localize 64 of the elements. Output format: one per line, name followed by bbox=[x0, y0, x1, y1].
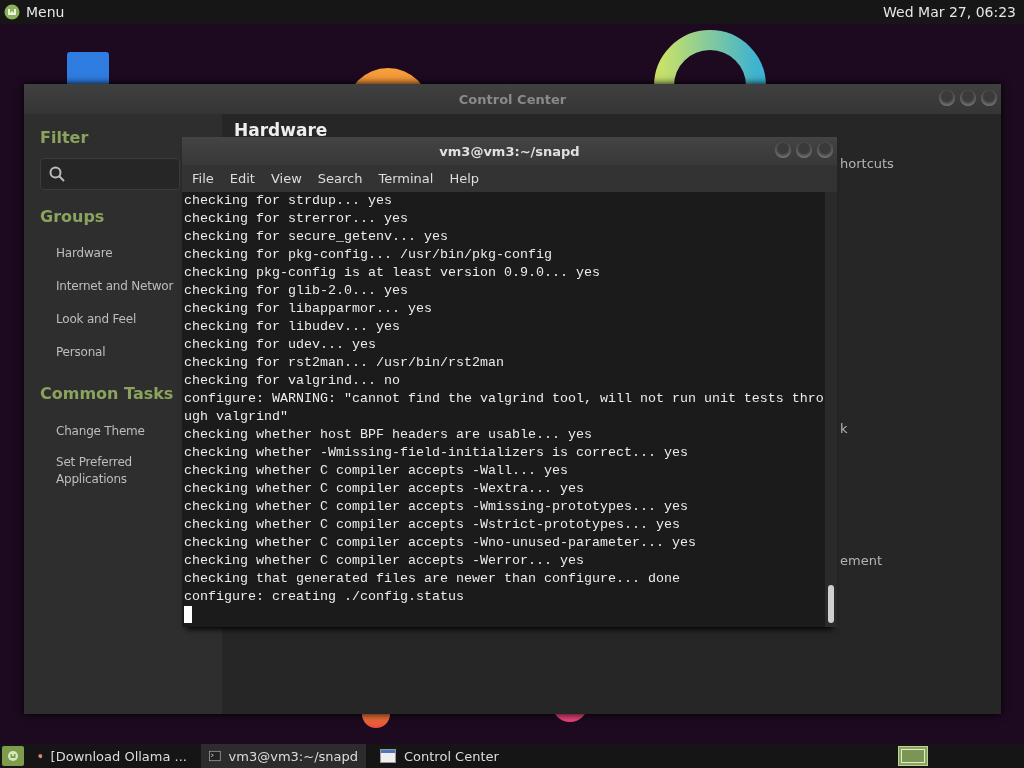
text-cursor bbox=[184, 606, 192, 623]
terminal-line: checking for libudev... yes bbox=[184, 318, 401, 336]
window-button[interactable] bbox=[939, 90, 955, 106]
terminal-line: checking whether C compiler accepts -Werror... yes bbox=[184, 552, 585, 570]
terminal-line: checking for libapparmor... yes bbox=[184, 300, 433, 318]
terminal-line: checking for strerror... yes bbox=[184, 210, 409, 228]
workspace-switcher[interactable] bbox=[898, 746, 928, 766]
terminal-line: checking pkg-config is at least version 0.9.0... yes bbox=[184, 264, 601, 282]
menu-item[interactable]: Search bbox=[309, 171, 371, 186]
terminal-line: checking whether C compiler accepts -Wstrict-prototypes... yes bbox=[184, 516, 681, 534]
desktop-icon[interactable] bbox=[67, 52, 109, 86]
terminal-line: checking for glib-2.0... yes bbox=[184, 282, 409, 300]
terminal-line: checking whether C compiler accepts -Wall... yes bbox=[184, 462, 569, 480]
terminal-line: checking for secure_getenv... yes bbox=[184, 228, 449, 246]
terminal-line: ugh valgrind" bbox=[184, 408, 289, 426]
menu-item[interactable]: Edit bbox=[221, 171, 263, 186]
terminal-icon bbox=[209, 749, 221, 763]
item-label[interactable]: hortcuts bbox=[840, 156, 894, 171]
terminal-line: checking whether C compiler accepts -Wmissing-prototypes... yes bbox=[184, 498, 689, 516]
window-title: Control Center bbox=[458, 91, 567, 107]
window-button[interactable] bbox=[981, 90, 997, 106]
terminal-line: checking whether host BPF headers are usable... yes bbox=[184, 426, 593, 444]
category-heading: Hardware bbox=[234, 120, 329, 140]
taskbar-button[interactable]: [Download Ollama ... bbox=[30, 744, 195, 768]
terminal-line: configure: WARNING: "cannot find the valgrind tool, will not run unit tests thro bbox=[184, 390, 825, 408]
terminal-line: checking for rst2man... /usr/bin/rst2man bbox=[184, 354, 505, 372]
window-icon bbox=[380, 749, 396, 763]
menu-item[interactable]: View bbox=[262, 171, 310, 186]
taskbar-button[interactable]: Control Center bbox=[372, 744, 537, 768]
section-heading: Filter bbox=[40, 128, 89, 147]
window-button[interactable] bbox=[796, 142, 812, 158]
window-title: vm3@vm3:~/snapd bbox=[439, 143, 580, 159]
menu-item[interactable]: File bbox=[184, 171, 222, 186]
taskbar-button[interactable]: vm3@vm3:~/snapd bbox=[201, 744, 366, 768]
menu-item[interactable]: Help bbox=[441, 171, 488, 186]
terminal-line: checking for pkg-config... /usr/bin/pkg-config bbox=[184, 246, 553, 264]
task-link[interactable]: Change Theme bbox=[56, 423, 176, 440]
section-heading: Groups bbox=[40, 207, 105, 226]
item-label[interactable]: k bbox=[840, 421, 848, 436]
terminal-line: checking whether C compiler accepts -Wextra... yes bbox=[184, 480, 585, 498]
search-field[interactable] bbox=[40, 158, 180, 190]
terminal-line: checking for valgrind... no bbox=[184, 372, 401, 390]
clock[interactable]: Wed Mar 27, 06:23 bbox=[883, 4, 1016, 20]
terminal-line: configure: creating ./config.status bbox=[184, 588, 465, 606]
window-button[interactable] bbox=[775, 142, 791, 158]
terminal-line: checking for udev... yes bbox=[184, 336, 377, 354]
task-link[interactable]: Set Preferred Applications bbox=[56, 454, 176, 488]
sidebar-item[interactable]: Hardware bbox=[56, 246, 113, 260]
terminal-line: checking for strdup... yes bbox=[184, 192, 393, 210]
window-button[interactable] bbox=[960, 90, 976, 106]
item-label[interactable]: ement bbox=[840, 553, 882, 568]
sidebar-item[interactable]: Personal bbox=[56, 345, 106, 359]
sidebar-item[interactable]: Internet and Networ bbox=[56, 279, 174, 293]
menu-logo-icon[interactable] bbox=[4, 4, 20, 20]
sidebar-item[interactable]: Look and Feel bbox=[56, 312, 137, 326]
section-heading: Common Tasks bbox=[40, 384, 174, 403]
search-icon bbox=[49, 166, 65, 182]
window-button[interactable] bbox=[817, 142, 833, 158]
terminal-line: checking whether C compiler accepts -Wno-unused-parameter... yes bbox=[184, 534, 697, 552]
menu-item[interactable]: Terminal bbox=[370, 171, 442, 186]
scrollbar[interactable] bbox=[825, 192, 837, 627]
menu-button[interactable]: Menu bbox=[26, 4, 65, 20]
terminal-line: checking that generated files are newer than configure... done bbox=[184, 570, 681, 588]
terminal-line: checking whether -Wmissing-field-initializers is correct... yes bbox=[184, 444, 689, 462]
